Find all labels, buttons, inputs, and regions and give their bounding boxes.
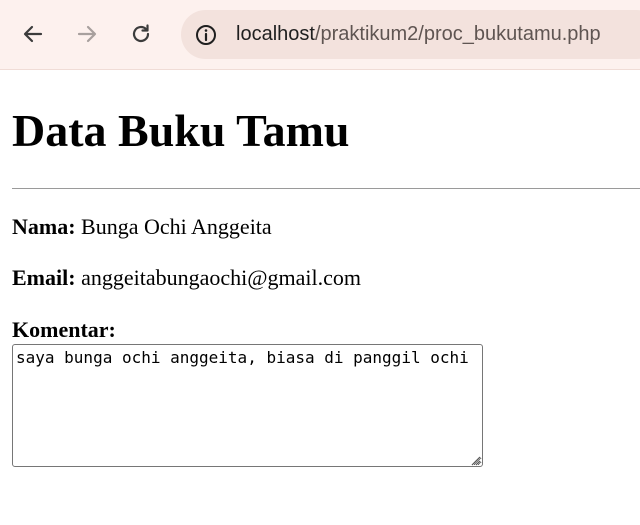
- page-content: Data Buku Tamu Nama: Bunga Ochi Anggeita…: [0, 70, 640, 525]
- address-bar[interactable]: localhost/praktikum2/proc_bukutamu.php: [181, 10, 640, 59]
- arrow-right-icon: [77, 25, 97, 43]
- nama-label: Nama:: [12, 214, 76, 239]
- page-title: Data Buku Tamu: [12, 105, 350, 156]
- reload-icon: [132, 24, 150, 43]
- divider: [12, 188, 640, 189]
- url-text[interactable]: localhost/praktikum2/proc_bukutamu.php: [236, 21, 601, 47]
- back-button[interactable]: [17, 18, 49, 50]
- info-icon[interactable]: [195, 24, 217, 46]
- arrow-left-icon: [23, 25, 43, 43]
- forward-button[interactable]: [71, 18, 103, 50]
- url-host: localhost: [236, 23, 315, 45]
- nama-value: Bunga Ochi Anggeita: [81, 214, 272, 239]
- komentar-label: Komentar:: [12, 317, 116, 342]
- reload-button[interactable]: [125, 18, 157, 50]
- nama-row: Nama: Bunga Ochi Anggeita: [12, 213, 272, 241]
- email-label: Email:: [12, 265, 76, 290]
- komentar-row: Komentar:: [12, 316, 116, 344]
- email-row: Email: anggeitabungaochi@gmail.com: [12, 264, 361, 292]
- url-path: /praktikum2/proc_bukutamu.php: [314, 23, 601, 45]
- browser-toolbar: localhost/praktikum2/proc_bukutamu.php: [0, 0, 640, 70]
- email-value: anggeitabungaochi@gmail.com: [81, 265, 361, 290]
- komentar-textarea[interactable]: saya bunga ochi anggeita, biasa di pangg…: [12, 344, 483, 467]
